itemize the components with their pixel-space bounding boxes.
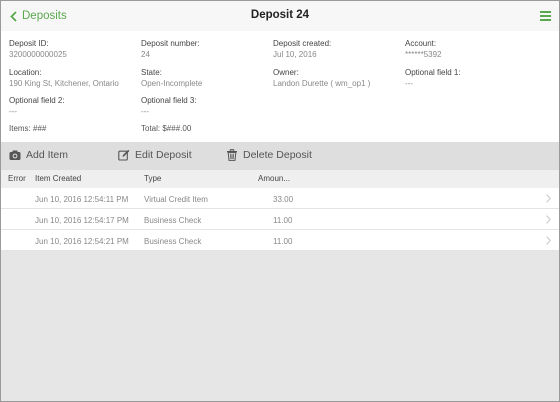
field-label: State: — [141, 68, 162, 77]
column-header-amount[interactable]: Amoun... — [258, 174, 290, 183]
nav-header: Deposits Deposit 24 — [1, 1, 559, 31]
page-title: Deposit 24 — [250, 9, 310, 21]
field-label: Deposit ID: — [9, 39, 49, 48]
trash-icon — [227, 149, 237, 161]
row-type: Business Check — [144, 216, 202, 225]
chevron-right-icon — [546, 194, 551, 203]
deposit-created-field: Deposit created: Jul 10, 2016 — [273, 38, 331, 60]
field-value: --- — [9, 107, 17, 116]
table-row[interactable]: Jun 10, 2016 12:54:17 PM Business Check … — [1, 209, 559, 230]
row-amount: 33.00 — [273, 195, 294, 204]
delete-deposit-button[interactable]: Delete Deposit — [226, 149, 312, 161]
row-created: Jun 10, 2016 12:54:11 PM — [35, 195, 129, 204]
field-label: Location: — [9, 68, 42, 77]
chevron-right-icon — [546, 215, 551, 224]
field-value: Landon Durette ( wm_op1 ) — [273, 79, 371, 88]
field-label: Deposit created: — [273, 39, 332, 48]
field-value: 3200000000025 — [9, 50, 67, 59]
hamburger-menu-icon[interactable] — [540, 10, 551, 21]
field-label: Owner: — [273, 68, 299, 77]
optional-field-2: Optional field 2: --- — [9, 95, 65, 117]
row-amount: 11.00 — [273, 216, 293, 225]
column-header-type[interactable]: Type — [144, 174, 161, 183]
field-value: --- — [405, 79, 413, 88]
deposit-number-field: Deposit number: 24 — [141, 38, 200, 60]
chevron-right-icon — [546, 236, 551, 245]
row-created: Jun 10, 2016 12:54:21 PM — [35, 237, 129, 246]
edit-icon — [118, 149, 130, 161]
field-value: 190 King St, Kitchener, Ontario — [9, 79, 119, 88]
items-table-body: Jun 10, 2016 12:54:11 PM Virtual Credit … — [1, 188, 559, 251]
optional-field-3: Optional field 3: --- — [141, 95, 197, 117]
account-field: Account: ******5392 — [405, 38, 441, 60]
optional-field-1: Optional field 1: --- — [405, 67, 461, 89]
row-type: Business Check — [144, 237, 202, 246]
state-field: State: Open-Incomplete — [141, 67, 202, 89]
owner-field: Owner: Landon Durette ( wm_op1 ) — [273, 67, 370, 89]
column-header-error[interactable]: Error — [8, 174, 26, 183]
field-label: Optional field 2: — [9, 96, 65, 105]
table-row[interactable]: Jun 10, 2016 12:54:11 PM Virtual Credit … — [1, 188, 559, 209]
field-value: Open-Incomplete — [141, 79, 203, 88]
column-header-item-created[interactable]: Item Created — [35, 174, 81, 183]
field-value: ******5392 — [405, 50, 442, 59]
field-label: Account: — [405, 39, 437, 48]
field-value: Jul 10, 2016 — [273, 50, 317, 59]
field-value: 24 — [141, 50, 150, 59]
edit-deposit-label: Edit Deposit — [135, 149, 192, 161]
deposit-id-field: Deposit ID: 3200000000025 — [9, 38, 67, 60]
edit-deposit-button[interactable]: Edit Deposit — [118, 149, 192, 161]
delete-deposit-label: Delete Deposit — [243, 149, 312, 161]
action-toolbar: Add Item Edit Deposit Delete Deposit — [1, 142, 559, 170]
app-window: Deposits Deposit 24 Deposit ID: 32000000… — [0, 0, 560, 402]
deposit-details-panel: Deposit ID: 3200000000025 Deposit number… — [1, 31, 559, 142]
items-count: Items: ### — [9, 124, 47, 133]
add-item-label: Add Item — [26, 149, 69, 161]
row-type: Virtual Credit Item — [144, 195, 208, 204]
add-item-button[interactable]: Add Item — [9, 149, 68, 161]
row-amount: 11.00 — [273, 237, 293, 246]
field-value: --- — [141, 107, 149, 116]
field-label: Optional field 3: — [141, 96, 197, 105]
items-table-header: Error Item Created Type Amoun... — [1, 170, 559, 188]
camera-icon — [9, 150, 21, 160]
total-amount: Total: $###.00 — [141, 124, 192, 133]
table-row[interactable]: Jun 10, 2016 12:54:21 PM Business Check … — [1, 230, 559, 251]
field-label: Deposit number: — [141, 39, 200, 48]
row-created: Jun 10, 2016 12:54:17 PM — [35, 216, 129, 225]
field-label: Optional field 1: — [405, 68, 461, 77]
location-field: Location: 190 King St, Kitchener, Ontari… — [9, 67, 119, 89]
